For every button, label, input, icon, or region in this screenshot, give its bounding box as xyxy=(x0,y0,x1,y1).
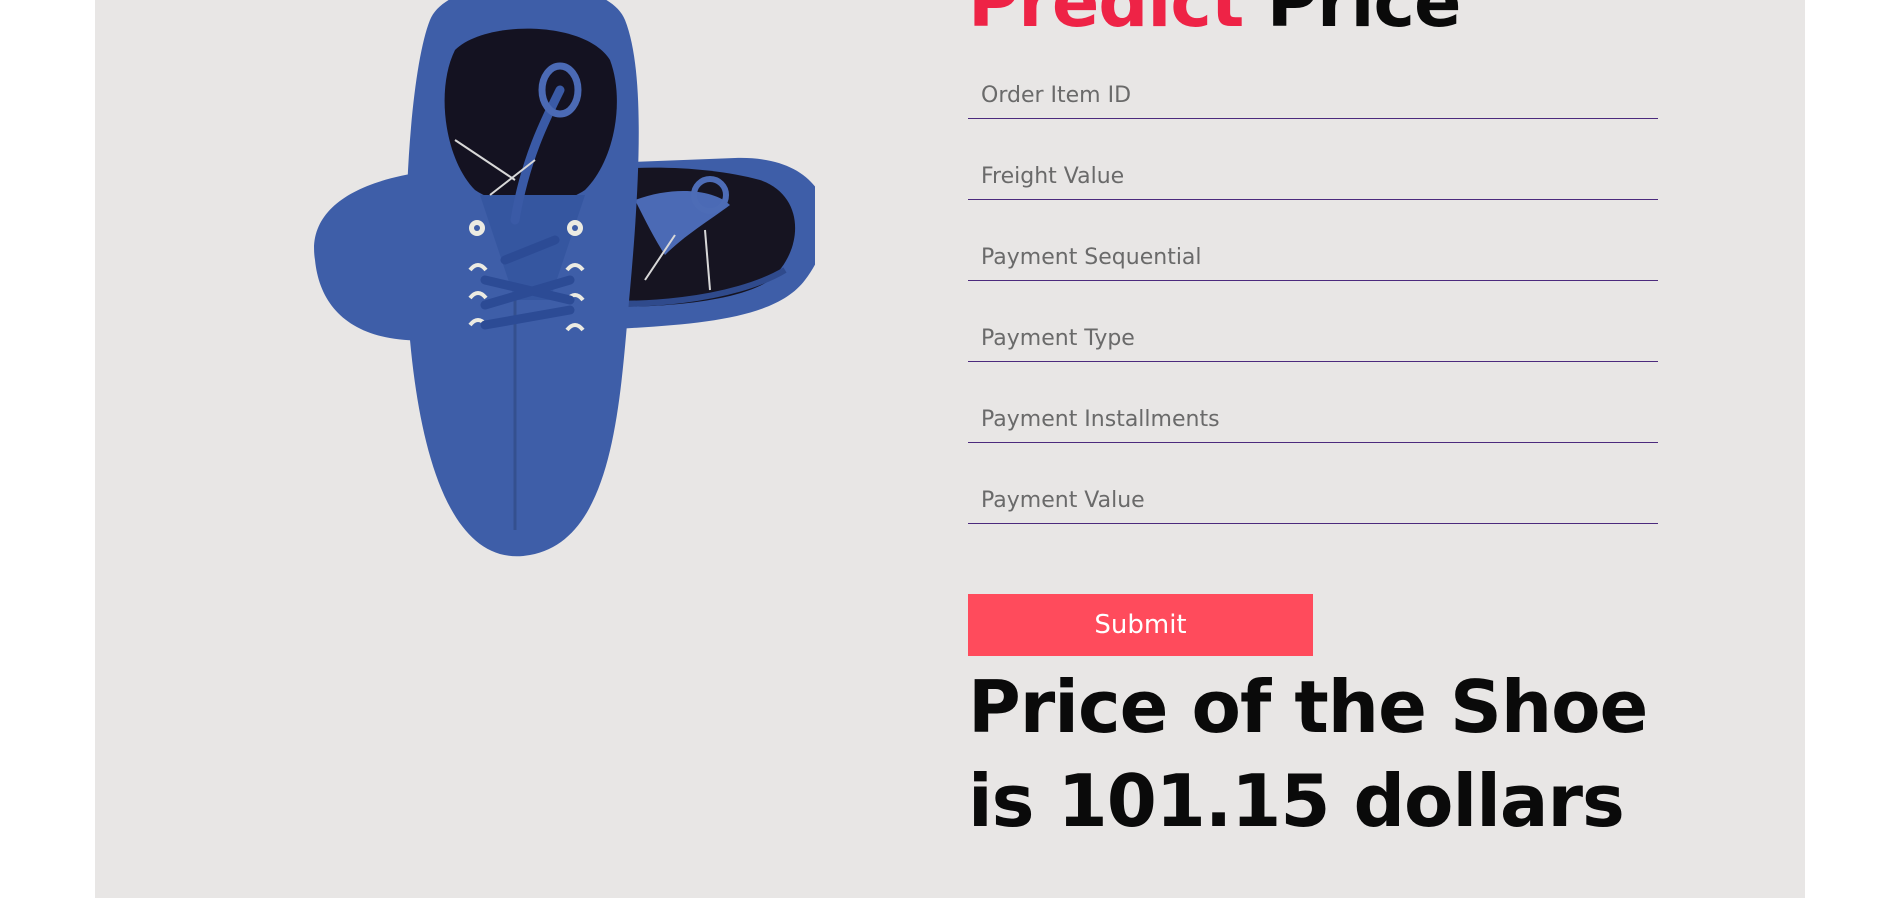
page-title: Predict Price xyxy=(968,0,1462,37)
order-item-id-input[interactable] xyxy=(968,68,1658,119)
front-shoe xyxy=(406,0,639,557)
payment-sequential-input[interactable] xyxy=(968,230,1658,281)
submit-button[interactable]: Submit xyxy=(968,594,1313,656)
freight-value-input[interactable] xyxy=(968,149,1658,200)
blue-shoes-image xyxy=(314,0,815,557)
prediction-form xyxy=(968,68,1658,554)
content-panel: Predict Price Submit Price of the Shoe i… xyxy=(95,0,1805,898)
payment-type-input[interactable] xyxy=(968,311,1658,362)
title-accent: Predict xyxy=(968,0,1244,43)
title-rest: Price xyxy=(1266,0,1462,43)
payment-value-input[interactable] xyxy=(968,473,1658,524)
prediction-result: Price of the Shoe is 101.15 dollars xyxy=(968,665,1648,843)
payment-installments-input[interactable] xyxy=(968,392,1658,443)
